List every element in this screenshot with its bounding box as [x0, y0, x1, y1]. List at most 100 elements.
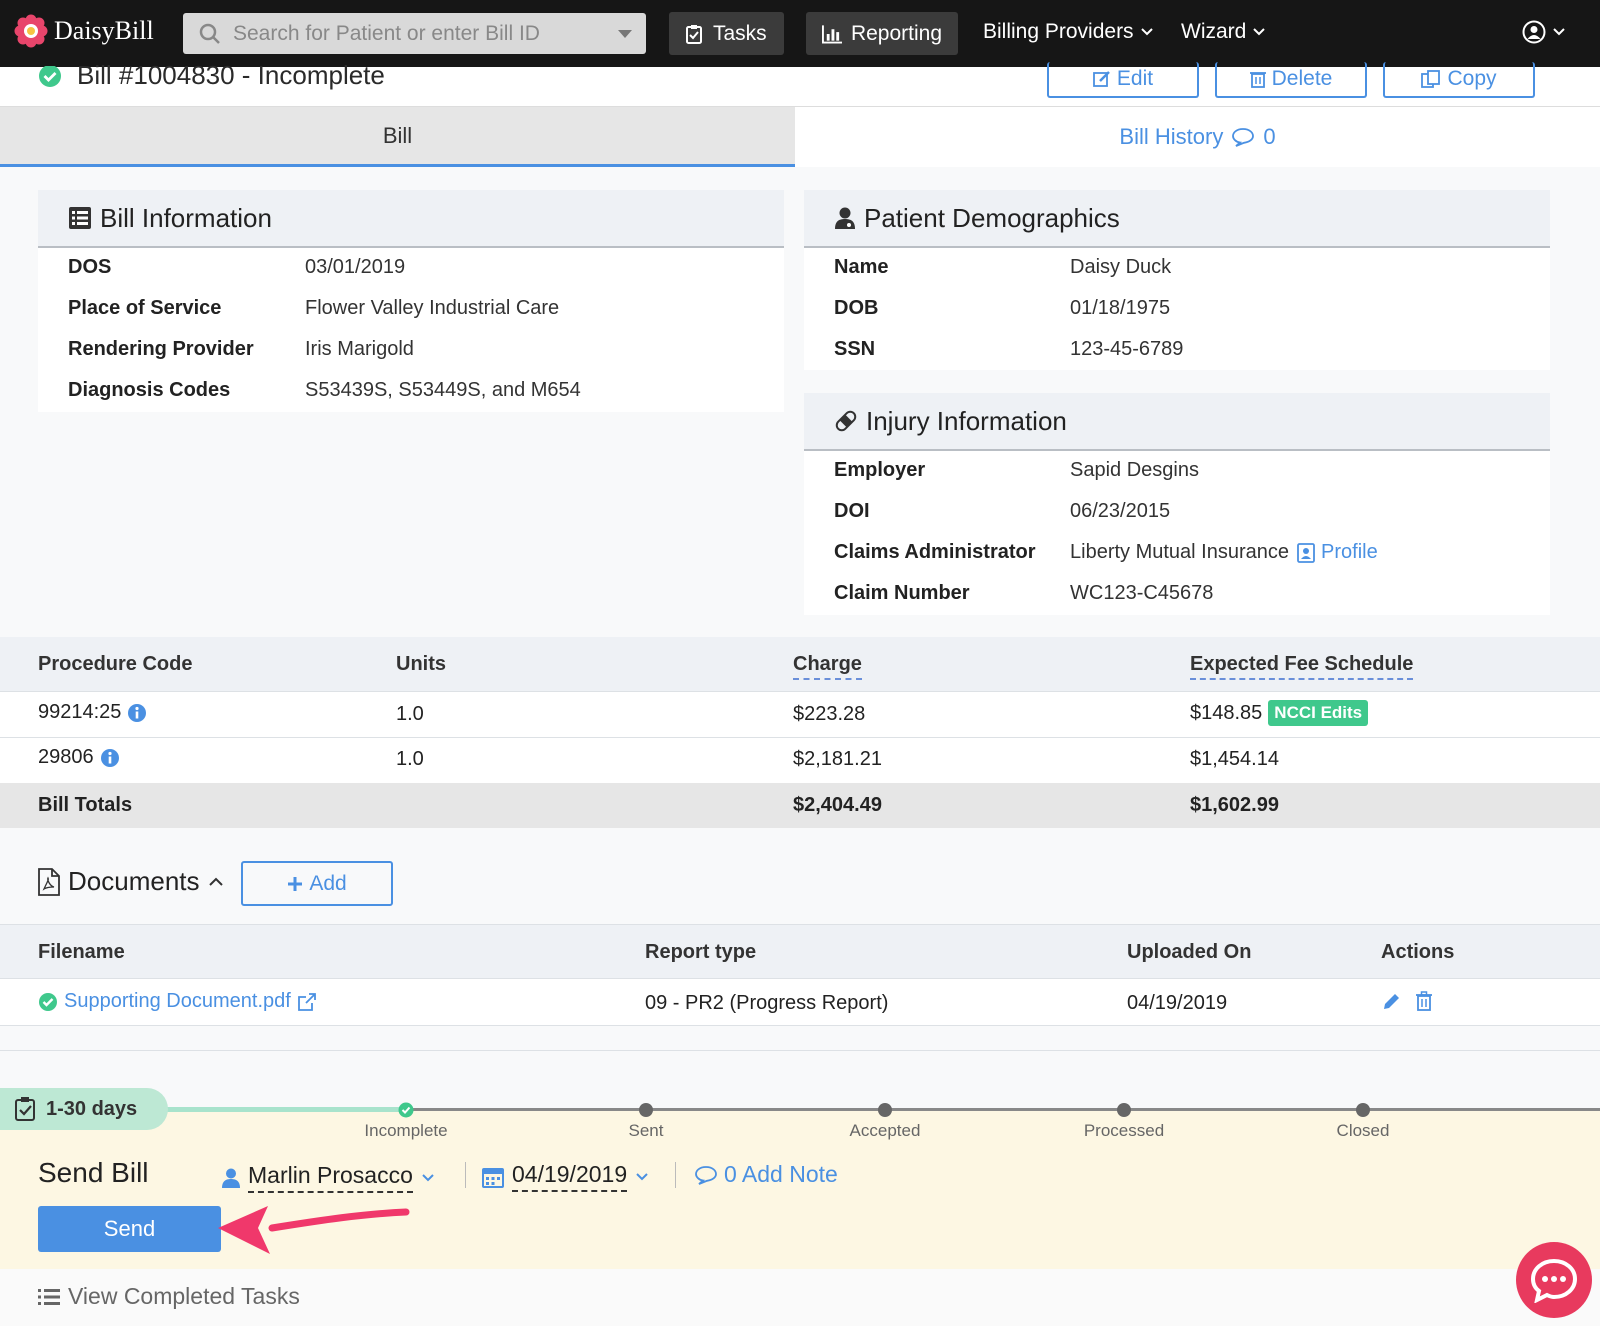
- document-filename-link[interactable]: Supporting Document.pdf: [64, 990, 291, 1013]
- step-label-sent: Sent: [628, 1121, 664, 1140]
- info-row: DOI 06/23/2015: [804, 500, 1550, 524]
- step-label-processed: Processed: [1083, 1121, 1165, 1140]
- profile-link[interactable]: Profile: [1297, 541, 1378, 564]
- patient-demographics-panel: Patient Demographics Name Daisy Duck DOB…: [804, 190, 1550, 370]
- ncci-edits-badge[interactable]: NCCI Edits: [1268, 700, 1369, 726]
- tasks-label: Tasks: [713, 21, 767, 45]
- procedure-code: 29806: [38, 746, 94, 768]
- task-title: Send Bill: [38, 1157, 149, 1188]
- comment-icon: [695, 1165, 717, 1185]
- fee-value: $148.85: [1190, 701, 1263, 724]
- search-placeholder: Search for Patient or enter Bill ID: [233, 21, 540, 45]
- user-menu[interactable]: [1522, 20, 1566, 44]
- info-value: WC123-C45678: [1070, 582, 1214, 604]
- trash-icon[interactable]: [1415, 991, 1433, 1011]
- info-value: 06/23/2015: [1070, 500, 1171, 522]
- tab-bill-history[interactable]: Bill History 0: [795, 107, 1600, 167]
- step-dot: [639, 1103, 653, 1117]
- tab-bill[interactable]: Bill: [0, 107, 795, 167]
- info-label: DOS: [68, 256, 112, 278]
- step-label-closed: Closed: [1336, 1121, 1390, 1140]
- uploaded-on-cell: 04/19/2019: [1127, 992, 1228, 1014]
- report-type-cell: 09 - PR2 (Progress Report): [645, 992, 889, 1014]
- separator: [465, 1162, 466, 1188]
- plus-icon: [288, 876, 303, 891]
- info-row: Claim Number WC123-C45678: [804, 582, 1550, 606]
- wizard-menu[interactable]: Wizard: [1181, 20, 1266, 44]
- step-label-accepted: Accepted: [849, 1121, 921, 1140]
- row-divider: [0, 1050, 1600, 1051]
- documents-heading[interactable]: Documents: [38, 866, 224, 897]
- view-completed-tasks-link[interactable]: View Completed Tasks: [38, 1283, 300, 1310]
- days-badge-label: 1-30 days: [46, 1097, 138, 1120]
- info-value: Flower Valley Industrial Care: [305, 297, 560, 319]
- column-header: Units: [396, 653, 446, 675]
- brand-name: DaisyBill: [54, 16, 154, 45]
- info-row: DOS 03/01/2019: [38, 256, 784, 280]
- due-date-value: 04/19/2019: [512, 1161, 628, 1192]
- pencil-icon[interactable]: [1381, 992, 1401, 1012]
- add-document-button[interactable]: Add: [241, 861, 393, 906]
- assignee-dropdown[interactable]: Marlin Prosacco: [222, 1162, 435, 1193]
- info-icon[interactable]: [127, 703, 147, 723]
- patient-search-input[interactable]: Search for Patient or enter Bill ID: [183, 13, 646, 54]
- tasks-button[interactable]: Tasks: [669, 12, 784, 55]
- check-circle-icon: [39, 992, 57, 1011]
- billing-providers-menu[interactable]: Billing Providers: [983, 20, 1154, 44]
- reporting-button[interactable]: Reporting: [806, 12, 958, 55]
- delete-label: Delete: [1271, 67, 1333, 90]
- external-link-icon[interactable]: [297, 992, 317, 1012]
- fee-cell: $1,454.14: [1190, 748, 1279, 770]
- send-label: Send: [103, 1216, 156, 1241]
- info-value: 03/01/2019: [305, 256, 406, 278]
- info-icon[interactable]: [100, 748, 120, 768]
- tab-bill-label: Bill: [382, 122, 413, 148]
- injury-information-title: Injury Information: [866, 405, 1067, 436]
- bill-totals-label: Bill Totals: [38, 794, 133, 816]
- info-value-wrap: Liberty Mutual Insurance Profile: [1070, 541, 1378, 564]
- comment-icon: [1232, 128, 1255, 147]
- top-navbar: DaisyBill Search for Patient or enter Bi…: [0, 0, 1600, 67]
- procedure-code: 99214:25: [38, 701, 122, 723]
- fee-schedule-column-header[interactable]: Expected Fee Schedule: [1190, 653, 1414, 680]
- info-value: 123-45-6789: [1070, 338, 1184, 360]
- daisy-icon: [14, 14, 48, 48]
- brand-logo[interactable]: DaisyBill: [14, 14, 154, 48]
- caret-down-icon[interactable]: [618, 30, 632, 38]
- info-label: Claims Administrator: [834, 541, 1036, 563]
- edit-button[interactable]: Edit: [1047, 62, 1199, 98]
- user-md-icon: [835, 207, 855, 229]
- documents-header-row: [0, 924, 1600, 979]
- info-label: DOB: [834, 297, 879, 319]
- progress-complete: [160, 1107, 406, 1112]
- charge-column-header[interactable]: Charge: [793, 653, 862, 680]
- check-circle-icon: [39, 66, 61, 87]
- delete-button[interactable]: Delete: [1215, 62, 1367, 98]
- view-completed-tasks-label: View Completed Tasks: [68, 1283, 300, 1309]
- info-label: Name: [834, 256, 889, 278]
- info-value: Sapid Desgins: [1070, 459, 1199, 481]
- chat-launcher-button[interactable]: [1516, 1242, 1592, 1318]
- patient-demographics-heading: Patient Demographics: [804, 190, 1550, 248]
- step-dot: [1356, 1103, 1370, 1117]
- list-alt-icon: [69, 207, 91, 229]
- procedure-code-cell: 99214:25: [38, 701, 147, 724]
- tab-history-count: 0: [1263, 124, 1276, 149]
- info-label: Claim Number: [834, 582, 970, 604]
- total-fee: $1,602.99: [1190, 794, 1279, 816]
- info-label: Place of Service: [68, 297, 222, 319]
- send-button[interactable]: Send: [38, 1206, 221, 1252]
- info-row: Place of Service Flower Valley Industria…: [38, 297, 784, 321]
- info-value: 01/18/1975: [1070, 297, 1171, 319]
- info-label: SSN: [834, 338, 876, 360]
- edit-icon: [1093, 71, 1110, 87]
- add-note-button[interactable]: 0 Add Note: [694, 1161, 838, 1188]
- column-header: Procedure Code: [38, 653, 193, 675]
- due-date-dropdown[interactable]: 04/19/2019: [482, 1161, 649, 1192]
- copy-button[interactable]: Copy: [1383, 62, 1535, 98]
- page-title: Bill #1004830 - Incomplete: [77, 60, 385, 90]
- info-value: Daisy Duck: [1070, 256, 1172, 278]
- step-dot: [1117, 1103, 1131, 1117]
- info-row: Rendering Provider Iris Marigold: [38, 338, 784, 362]
- chevron-down-icon: [422, 1173, 434, 1181]
